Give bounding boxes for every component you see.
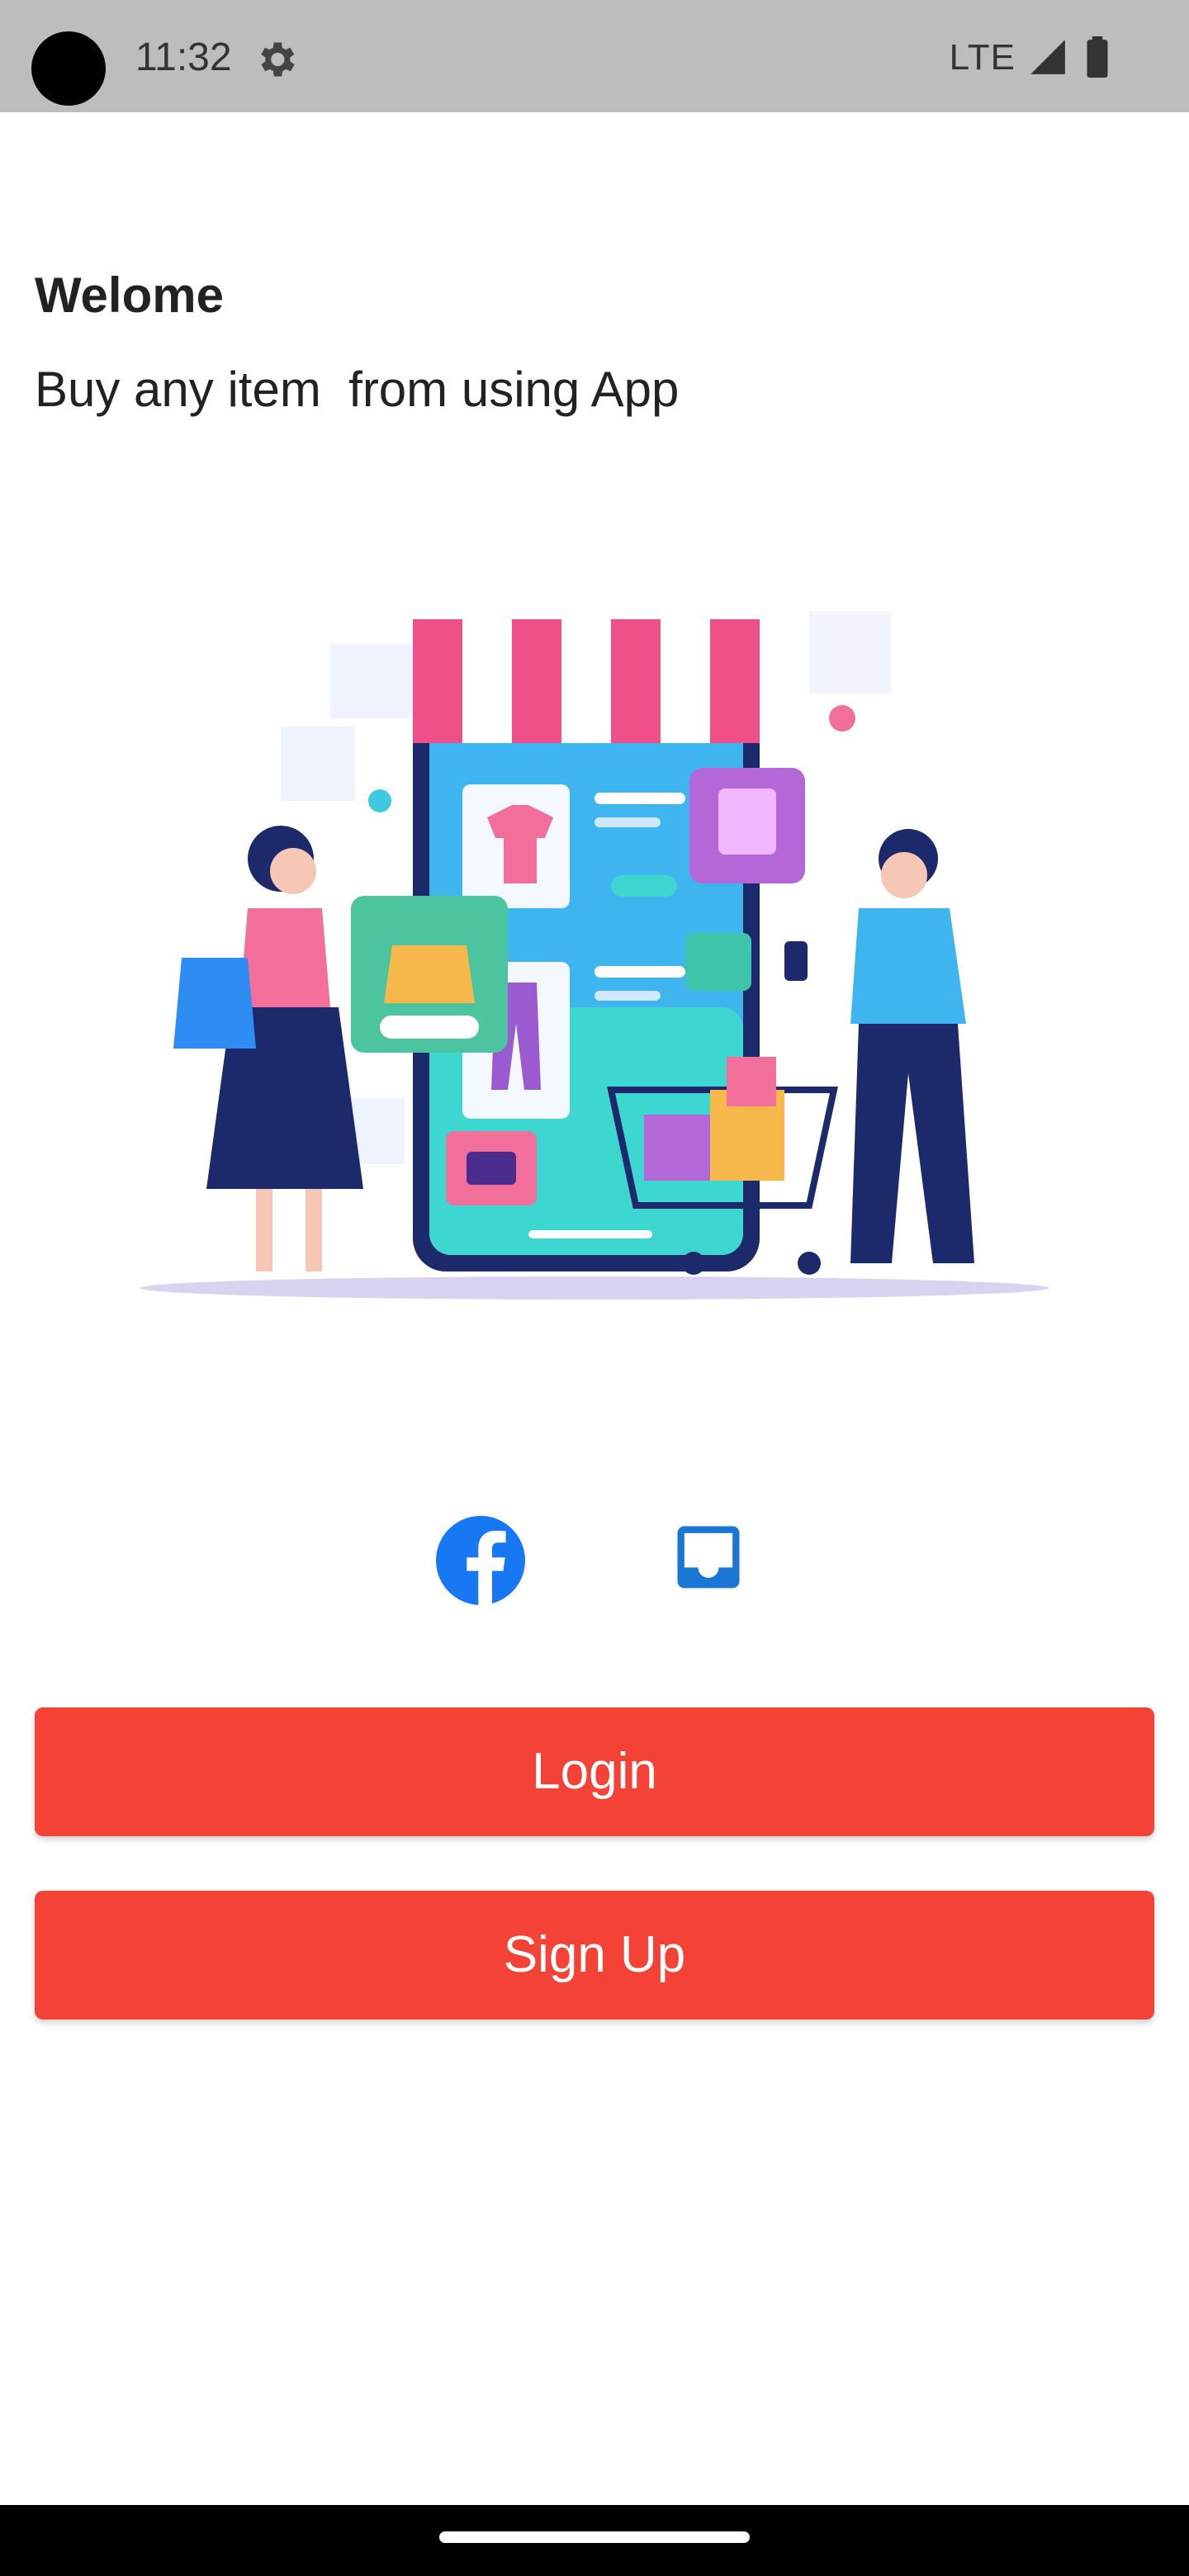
signup-button[interactable]: Sign Up (35, 1891, 1154, 2020)
gear-icon (261, 42, 295, 77)
network-type: LTE (949, 37, 1016, 78)
status-bar: 11:32 LTE (0, 0, 1189, 112)
facebook-icon[interactable] (436, 1516, 525, 1605)
welcome-title: Welome (35, 268, 224, 323)
camera-cutout (31, 31, 106, 106)
login-button[interactable]: Login (35, 1707, 1154, 1836)
welcome-subtitle: Buy any item from using App (35, 362, 680, 417)
battery-icon (1087, 36, 1108, 78)
home-gesture-handle[interactable] (439, 2531, 750, 2543)
signal-icon (1030, 40, 1065, 74)
status-time: 11:32 (135, 36, 232, 79)
shopping-illustration (140, 611, 1049, 1300)
inbox-icon[interactable] (667, 1516, 750, 1598)
